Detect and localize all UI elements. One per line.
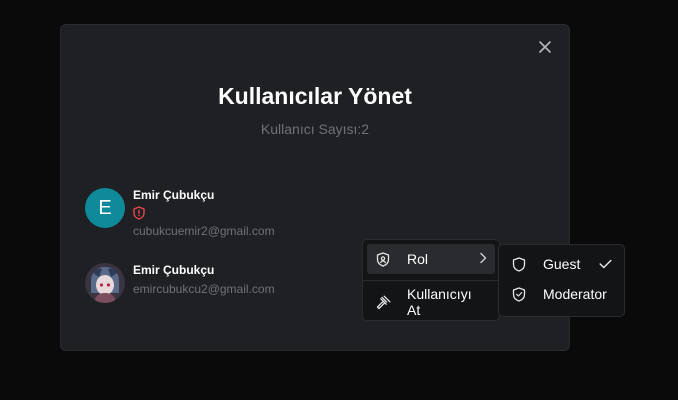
close-button[interactable] bbox=[535, 39, 555, 59]
menu-divider bbox=[363, 280, 499, 281]
dialog-title: Kullanıcılar Yönet bbox=[218, 83, 412, 109]
role-option-label: Moderator bbox=[543, 286, 607, 302]
user-info: Emir Çubukçu cubukcuemir2@gmail.com bbox=[133, 188, 275, 238]
user-name: Emir Çubukçu bbox=[133, 188, 215, 202]
shield-check-icon bbox=[511, 286, 527, 302]
avatar bbox=[85, 263, 125, 303]
shield-icon bbox=[375, 251, 391, 267]
chevron-right-icon bbox=[479, 251, 487, 267]
shield-alert-icon bbox=[133, 205, 275, 220]
user-row[interactable]: E Emir Çubukçu cubukcuemir2@gmail.com bbox=[85, 188, 275, 238]
menu-item-label: Rol bbox=[407, 251, 429, 267]
user-email: cubukcuemir2@gmail.com bbox=[133, 224, 275, 238]
user-row[interactable]: Emir Çubukçu emircubukcu2@gmail.com bbox=[85, 263, 275, 303]
user-email: emircubukcu2@gmail.com bbox=[133, 282, 275, 296]
menu-item-kick-user[interactable]: Kullanıcıyı At bbox=[367, 286, 495, 318]
gavel-icon bbox=[375, 294, 391, 310]
role-option-guest[interactable]: Guest bbox=[503, 249, 620, 279]
avatar-initial: E bbox=[98, 196, 112, 219]
close-icon bbox=[539, 40, 551, 58]
role-option-label: Guest bbox=[543, 256, 581, 272]
profile-photo bbox=[85, 263, 125, 303]
shield-icon bbox=[511, 256, 527, 272]
role-option-moderator[interactable]: Moderator bbox=[503, 279, 620, 309]
avatar: E bbox=[85, 188, 125, 228]
user-info: Emir Çubukçu emircubukcu2@gmail.com bbox=[133, 263, 275, 296]
menu-item-label: Kullanıcıyı At bbox=[407, 286, 472, 318]
user-context-menu: Rol Kullanıcıyı At bbox=[362, 239, 500, 321]
user-count: Kullanıcı Sayısı:2 bbox=[260, 121, 370, 137]
menu-item-role[interactable]: Rol bbox=[367, 244, 495, 274]
checkmark-icon bbox=[599, 256, 612, 272]
role-submenu: Guest Moderator bbox=[498, 244, 625, 317]
user-name: Emir Çubukçu bbox=[133, 263, 215, 277]
